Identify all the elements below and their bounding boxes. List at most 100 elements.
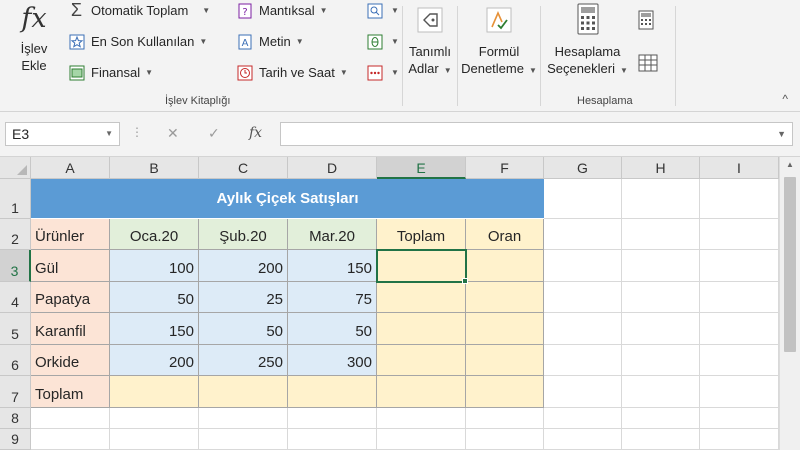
cell-G9[interactable] [544, 429, 622, 450]
ratio-cell[interactable] [466, 376, 544, 408]
value-cell[interactable]: 75 [288, 282, 377, 313]
total-cell[interactable] [377, 313, 466, 345]
cell-I6[interactable] [700, 345, 779, 376]
cell-H7[interactable] [622, 376, 700, 408]
row-header-2[interactable]: 2 [0, 219, 31, 250]
header-cell-jan[interactable]: Oca.20 [110, 219, 199, 250]
header-cell-mar[interactable]: Mar.20 [288, 219, 377, 250]
cell-G6[interactable] [544, 345, 622, 376]
calculate-sheet-button[interactable] [638, 53, 658, 76]
insert-function-button[interactable]: fx İşlev Ekle [14, 2, 54, 74]
header-cell-feb[interactable]: Şub.20 [199, 219, 288, 250]
cell-I3[interactable] [700, 250, 779, 282]
expand-formula-bar-icon[interactable]: ▼ [777, 129, 786, 139]
column-header-C[interactable]: C [199, 157, 288, 179]
cell-B9[interactable] [110, 429, 199, 450]
cell-I5[interactable] [700, 313, 779, 345]
cell-A9[interactable] [31, 429, 110, 450]
column-header-E[interactable]: E [377, 157, 466, 179]
cell-C9[interactable] [199, 429, 288, 450]
cell-I1[interactable] [700, 179, 779, 219]
cell-G5[interactable] [544, 313, 622, 345]
financial-button[interactable]: Finansal ▼ [68, 64, 153, 81]
defined-names-button[interactable]: Tanımlı Adlar ▼ [405, 2, 455, 79]
more-functions-button[interactable]: ▼ [366, 64, 399, 81]
product-cell[interactable]: Papatya [31, 282, 110, 313]
cell-E8[interactable] [377, 408, 466, 429]
row-header-9[interactable]: 9 [0, 429, 31, 450]
vertical-scrollbar[interactable]: ▲ [779, 157, 800, 450]
drag-handle-icon[interactable]: ⋮ [131, 125, 143, 139]
ratio-cell[interactable] [466, 345, 544, 376]
fill-handle[interactable] [462, 278, 468, 284]
collapse-ribbon-button[interactable]: ^ [782, 92, 788, 106]
scroll-up-icon[interactable]: ▲ [780, 160, 800, 169]
cell-F8[interactable] [466, 408, 544, 429]
value-cell[interactable]: 50 [288, 313, 377, 345]
selected-cell-E3[interactable] [376, 249, 467, 283]
formula-auditing-button[interactable]: Formül Denetleme ▼ [459, 2, 539, 79]
cell-I9[interactable] [700, 429, 779, 450]
enter-icon[interactable]: ✓ [208, 125, 220, 142]
value-cell[interactable]: 150 [110, 313, 199, 345]
total-cell[interactable] [377, 282, 466, 313]
autosum-button[interactable]: Σ Otomatik Toplam ▼ [68, 0, 210, 20]
cancel-icon[interactable]: ✕ [167, 125, 179, 142]
cell-I8[interactable] [700, 408, 779, 429]
value-cell[interactable]: 200 [199, 250, 288, 282]
value-cell[interactable]: 200 [110, 345, 199, 376]
cell-G2[interactable] [544, 219, 622, 250]
cell-I2[interactable] [700, 219, 779, 250]
cell-H9[interactable] [622, 429, 700, 450]
value-cell[interactable]: 25 [199, 282, 288, 313]
row-header-4[interactable]: 4 [0, 282, 31, 313]
total-cell[interactable] [288, 376, 377, 408]
column-header-G[interactable]: G [544, 157, 622, 179]
chevron-down-icon[interactable]: ▼ [105, 129, 113, 138]
total-cell[interactable] [377, 376, 466, 408]
total-cell[interactable] [199, 376, 288, 408]
product-cell[interactable]: Gül [31, 250, 110, 282]
header-cell-ratio[interactable]: Oran [466, 219, 544, 250]
cell-H4[interactable] [622, 282, 700, 313]
row-header-6[interactable]: 6 [0, 345, 31, 376]
cell-H3[interactable] [622, 250, 700, 282]
scrollbar-thumb[interactable] [784, 177, 796, 352]
lookup-reference-button[interactable]: ▼ [366, 2, 399, 19]
value-cell[interactable]: 150 [288, 250, 377, 282]
ratio-cell[interactable] [466, 250, 544, 282]
cell-G1[interactable] [544, 179, 622, 219]
logical-button[interactable]: ? Mantıksal ▼ [236, 2, 328, 19]
cell-I7[interactable] [700, 376, 779, 408]
text-functions-button[interactable]: A Metin ▼ [236, 33, 304, 50]
cell-H8[interactable] [622, 408, 700, 429]
value-cell[interactable]: 50 [110, 282, 199, 313]
header-cell-total[interactable]: Toplam [377, 219, 466, 250]
cell-E9[interactable] [377, 429, 466, 450]
column-header-H[interactable]: H [622, 157, 700, 179]
cell-G7[interactable] [544, 376, 622, 408]
date-time-button[interactable]: Tarih ve Saat ▼ [236, 64, 348, 81]
value-cell[interactable]: 100 [110, 250, 199, 282]
cell-H1[interactable] [622, 179, 700, 219]
formula-input[interactable]: ▼ [280, 122, 793, 146]
cell-C8[interactable] [199, 408, 288, 429]
cell-H5[interactable] [622, 313, 700, 345]
column-header-F[interactable]: F [466, 157, 544, 179]
select-all-button[interactable] [0, 157, 31, 179]
column-header-B[interactable]: B [110, 157, 199, 179]
calculate-now-button[interactable] [638, 10, 654, 33]
row-header-7[interactable]: 7 [0, 376, 31, 408]
column-header-D[interactable]: D [288, 157, 377, 179]
cell-H2[interactable] [622, 219, 700, 250]
row-header-8[interactable]: 8 [0, 408, 31, 429]
cell-I4[interactable] [700, 282, 779, 313]
total-cell[interactable] [110, 376, 199, 408]
calculation-options-button[interactable]: Hesaplama Seçenekleri ▼ [545, 0, 630, 79]
total-cell[interactable] [377, 345, 466, 376]
cell-G4[interactable] [544, 282, 622, 313]
cell-H6[interactable] [622, 345, 700, 376]
cell-B8[interactable] [110, 408, 199, 429]
cell-D9[interactable] [288, 429, 377, 450]
value-cell[interactable]: 50 [199, 313, 288, 345]
